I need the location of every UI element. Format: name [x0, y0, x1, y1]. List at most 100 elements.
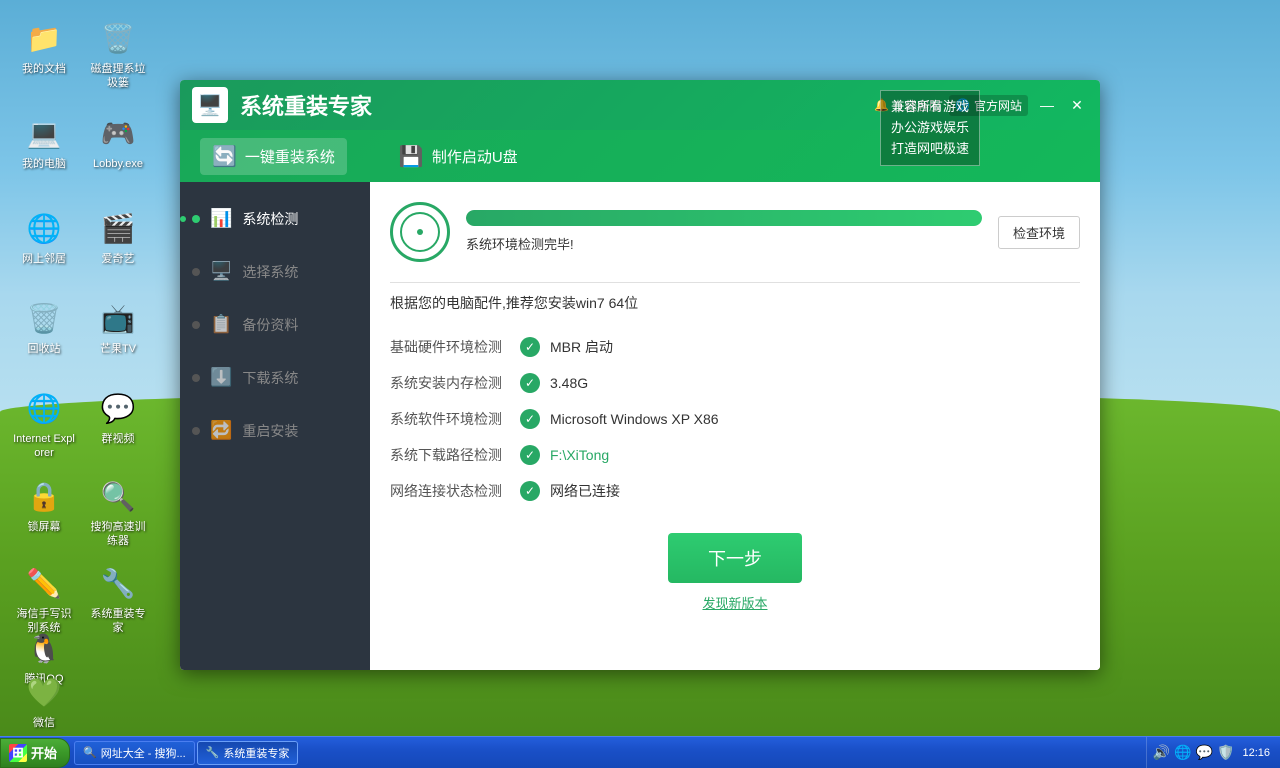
hardware-check-icon: ✓ [520, 337, 540, 357]
detection-hardware: 基础硬件环境检测 ✓ MBR 启动 [390, 329, 1080, 365]
taskbar-tray: 🔊 🌐 💬 🛡️ 12:16 [1146, 737, 1280, 768]
usb-tab-icon: 💾 [399, 144, 424, 169]
icon-sogou-toolbar-label: 搜狗高速训练器 [86, 520, 150, 549]
tray-security-icon[interactable]: 🛡️ [1217, 744, 1234, 761]
icon-qq-groups-label: 群视频 [102, 432, 135, 446]
sidebar-download-label: 下载系统 [242, 368, 298, 388]
divider-1 [390, 282, 1080, 283]
sidebar-item-backup[interactable]: 📋 备份资料 [180, 298, 370, 351]
ad-line-2: 办公游戏娱乐 [891, 118, 969, 139]
icon-my-docs-label: 我的文档 [22, 62, 66, 76]
close-button[interactable]: ✕ [1066, 94, 1088, 116]
sidebar: 📊 系统检测 🖥️ 选择系统 📋 备份资料 ⬇️ 下载系统 [180, 182, 370, 670]
tab-usb[interactable]: 💾 制作启动U盘 [387, 138, 530, 175]
sidebar-item-download[interactable]: ⬇️ 下载系统 [180, 351, 370, 404]
sogou-taskbar-icon: 🔍 [83, 746, 97, 759]
detection-network: 网络连接状态检测 ✓ 网络已连接 [390, 473, 1080, 509]
progress-bar [466, 210, 982, 226]
check-sidebar-icon: 📊 [210, 208, 232, 229]
reinstall-tab-label: 一键重装系统 [245, 146, 335, 167]
icon-ie-label: Internet Explorer [12, 432, 76, 461]
network-value: 网络已连接 [550, 481, 620, 501]
path-value[interactable]: F:\XiTong [550, 447, 609, 463]
website-label: 官方网站 [974, 97, 1022, 114]
tray-network-icon[interactable]: 🌐 [1174, 744, 1191, 761]
sidebar-dot-download [192, 374, 200, 382]
taskbar-reinstall[interactable]: 🔧 系统重装专家 [197, 741, 299, 765]
progress-fill [466, 210, 982, 226]
tab-reinstall[interactable]: 🔄 一键重装系统 [200, 138, 347, 175]
ad-line-3: 打造网吧极速 [891, 139, 969, 160]
radar-center [417, 229, 423, 235]
tray-time: 12:16 [1238, 747, 1274, 759]
sidebar-dot-check [192, 215, 200, 223]
icon-lobby[interactable]: 🎮 Lobby.exe [82, 105, 154, 179]
software-value: Microsoft Windows XP X86 [550, 411, 719, 427]
icon-iqiyi[interactable]: 🎬 爱奇艺 [82, 200, 154, 274]
sidebar-item-restart-install[interactable]: 🔁 重启安装 [180, 404, 370, 457]
memory-label: 系统安装内存检测 [390, 373, 510, 393]
sidebar-restart-label: 重启安装 [242, 421, 298, 441]
icon-sogou-toolbar[interactable]: 🔍 搜狗高速训练器 [82, 468, 154, 557]
sidebar-item-check[interactable]: 📊 系统检测 [180, 192, 370, 245]
reinstall-tab-icon: 🔄 [212, 144, 237, 169]
mgtv-icon: 📺 [98, 298, 138, 338]
recycle-manager-icon: 🗑️ [98, 18, 138, 58]
app-window: 🖥️ 系统重装专家 兼容所有游戏 办公游戏娱乐 打造网吧极速 🔔 在线客服 🌐 … [180, 80, 1100, 670]
progress-status-text: 系统环境检测完毕! [466, 237, 574, 252]
detection-software: 系统软件环境检测 ✓ Microsoft Windows XP X86 [390, 401, 1080, 437]
sidebar-check-label: 系统检测 [242, 209, 298, 229]
sidebar-dot-restart [192, 427, 200, 435]
wechat-icon: 💚 [24, 672, 64, 712]
reinstall-desktop-icon: 🔧 [98, 563, 138, 603]
icon-online-neighbors-label: 网上邻居 [22, 252, 66, 266]
tray-volume-icon[interactable]: 🔊 [1153, 744, 1170, 761]
download-sidebar-icon: ⬇️ [210, 367, 232, 388]
handwriting-icon: ✏️ [24, 563, 64, 603]
online-neighbors-icon: 🌐 [24, 208, 64, 248]
software-check-icon: ✓ [520, 409, 540, 429]
tray-message-icon[interactable]: 💬 [1196, 744, 1213, 761]
icon-mgtv[interactable]: 📺 芒果TV [82, 290, 154, 364]
sidebar-dot-backup [192, 321, 200, 329]
network-check-icon: ✓ [520, 481, 540, 501]
select-sidebar-icon: 🖥️ [210, 261, 232, 282]
icon-lock-screen-label: 锁屏幕 [28, 520, 61, 534]
hardware-label: 基础硬件环境检测 [390, 337, 510, 357]
ad-banner: 兼容所有游戏 办公游戏娱乐 打造网吧极速 [880, 90, 980, 166]
sidebar-item-select[interactable]: 🖥️ 选择系统 [180, 245, 370, 298]
icon-recycle-manager[interactable]: 🗑️ 磁盘理系垃圾篓 [82, 10, 154, 99]
icon-qq-groups[interactable]: 💬 群视频 [82, 380, 154, 454]
icon-recycle-bin[interactable]: 🗑️ 回收站 [8, 290, 80, 364]
app-logo-icon: 🖥️ [192, 87, 228, 123]
next-step-button[interactable]: 下一步 [668, 533, 802, 583]
icon-iqiyi-label: 爱奇艺 [102, 252, 135, 266]
backup-sidebar-icon: 📋 [210, 314, 232, 335]
radar-inner [400, 212, 440, 252]
icon-lock-screen[interactable]: 🔒 锁屏幕 [8, 468, 80, 542]
icon-reinstall-desktop[interactable]: 🔧 系统重装专家 [82, 555, 154, 644]
icon-wechat[interactable]: 💚 微信 [8, 664, 80, 738]
sidebar-dot-select [192, 268, 200, 276]
desktop: 📁 我的文档 🗑️ 磁盘理系垃圾篓 💻 我的电脑 🎮 Lobby.exe 🌐 网… [0, 0, 1280, 768]
taskbar-sogou[interactable]: 🔍 网址大全 - 搜狗... [74, 741, 195, 765]
start-button[interactable]: ⊞ 开始 [0, 738, 70, 768]
qq-groups-icon: 💬 [98, 388, 138, 428]
ie-icon: 🌐 [24, 388, 64, 428]
icon-my-docs[interactable]: 📁 我的文档 [8, 10, 80, 84]
icon-recycle-manager-label: 磁盘理系垃圾篓 [86, 62, 150, 91]
icon-ie[interactable]: 🌐 Internet Explorer [8, 380, 80, 469]
detection-path: 系统下载路径检测 ✓ F:\XiTong [390, 437, 1080, 473]
recommend-text: 根据您的电脑配件,推荐您安装win7 64位 [390, 293, 1080, 313]
icon-mgtv-label: 芒果TV [100, 342, 136, 356]
sidebar-select-label: 选择系统 [242, 262, 298, 282]
my-docs-icon: 📁 [24, 18, 64, 58]
icon-my-computer[interactable]: 💻 我的电脑 [8, 105, 80, 179]
sogou-toolbar-icon: 🔍 [98, 476, 138, 516]
icon-online-neighbors[interactable]: 🌐 网上邻居 [8, 200, 80, 274]
discover-new-version-link[interactable]: 发现新版本 [390, 593, 1080, 612]
tencent-qq-icon: 🐧 [24, 628, 64, 668]
minimize-button[interactable]: — [1036, 94, 1058, 116]
check-env-button[interactable]: 检查环境 [998, 216, 1080, 249]
reinstall-taskbar-label: 系统重装专家 [223, 745, 289, 761]
